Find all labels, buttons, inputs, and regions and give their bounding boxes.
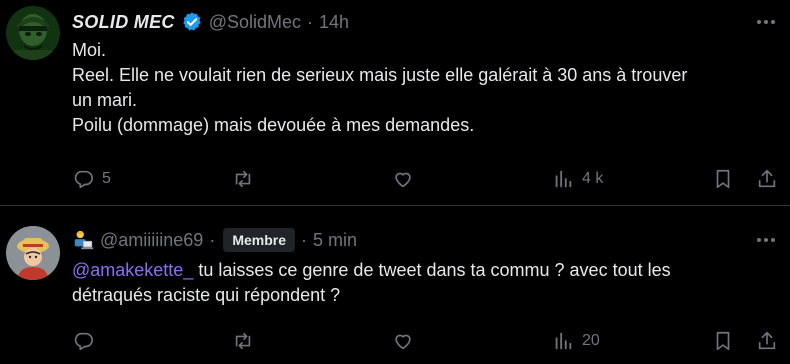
retweet-button[interactable]: [232, 166, 254, 192]
display-name[interactable]: SOLID MEC: [72, 12, 175, 33]
tweet[interactable]: @amiiiiine69 · Membre · 5 min @amakekett…: [0, 206, 790, 364]
reply-button[interactable]: 5: [72, 166, 111, 192]
tweet-text: @amakekette_ tu laisses ce genre de twee…: [72, 258, 780, 308]
tweet-actions: 5 4 k: [72, 166, 780, 192]
tweet-line: détraqués raciste qui répondent ?: [72, 285, 341, 305]
retweet-icon: [235, 170, 251, 188]
views-icon: [555, 170, 572, 188]
share-button[interactable]: [756, 166, 778, 192]
bookmark-icon: [716, 331, 730, 351]
mention-link[interactable]: @amakekette_: [72, 260, 193, 280]
views-button[interactable]: 4 k: [552, 166, 603, 192]
views-button[interactable]: 20: [552, 328, 600, 354]
reply-button[interactable]: [72, 328, 94, 354]
views-count: 20: [582, 332, 600, 349]
member-badge: Membre: [223, 228, 296, 252]
share-button[interactable]: [756, 328, 778, 354]
more-icon[interactable]: [754, 10, 778, 34]
tweet-line: Reel. Elle ne voulait rien de serieux ma…: [72, 65, 688, 85]
bookmark-button[interactable]: [712, 328, 734, 354]
technologist-emoji-icon: [74, 230, 94, 250]
verified-badge-icon: [181, 11, 203, 33]
tweet-text: Moi. Reel. Elle ne voulait rien de serie…: [72, 38, 780, 138]
share-icon: [758, 331, 776, 350]
reply-icon: [74, 332, 93, 351]
tweet-actions: 20: [72, 328, 780, 354]
retweet-icon: [235, 332, 251, 350]
views-icon: [555, 332, 572, 350]
tweet-line: un mari.: [72, 90, 138, 110]
avatar[interactable]: [6, 6, 60, 60]
share-icon: [758, 169, 776, 188]
bookmark-button[interactable]: [712, 166, 734, 192]
retweet-button[interactable]: [232, 328, 254, 354]
avatar[interactable]: [6, 226, 60, 280]
separator: ·: [209, 229, 216, 250]
like-button[interactable]: [392, 166, 414, 192]
tweet[interactable]: SOLID MEC @SolidMec · 14h Moi. Reel. Ell…: [0, 0, 790, 205]
timestamp[interactable]: 5 min: [313, 230, 357, 251]
separator: ·: [301, 229, 308, 250]
views-count: 4 k: [582, 170, 604, 187]
tweet-header: @amiiiiine69 · Membre · 5 min: [72, 228, 357, 252]
separator: ·: [307, 11, 314, 32]
heart-icon: [395, 172, 411, 188]
more-icon[interactable]: [754, 228, 778, 252]
reply-count: 5: [102, 170, 111, 187]
heart-icon: [395, 334, 411, 350]
handle[interactable]: @amiiiiine69: [100, 230, 203, 251]
reply-icon: [74, 170, 93, 189]
tweet-line: @amakekette_ tu laisses ce genre de twee…: [72, 258, 780, 283]
tweet-header: SOLID MEC @SolidMec · 14h: [72, 10, 349, 34]
tweet-line-text: tu laisses ce genre de tweet dans ta com…: [193, 260, 671, 280]
tweet-line: Moi.: [72, 40, 107, 60]
like-button[interactable]: [392, 328, 414, 354]
tweet-line: Poilu (dommage) mais devouée à mes deman…: [72, 115, 475, 135]
timestamp[interactable]: 14h: [319, 12, 349, 33]
bookmark-icon: [716, 169, 730, 189]
handle[interactable]: @SolidMec: [209, 12, 301, 33]
